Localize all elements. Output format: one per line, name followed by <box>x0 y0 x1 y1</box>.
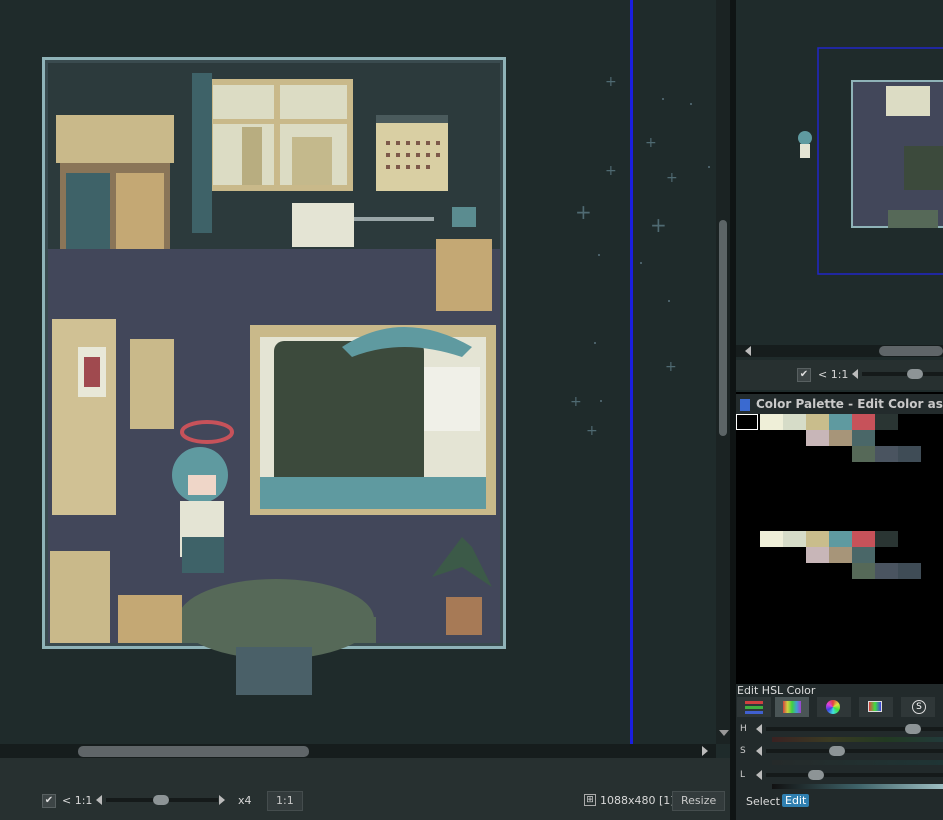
hue-label: H <box>740 724 747 734</box>
guide-line <box>630 0 633 744</box>
star-decoration: + <box>575 200 592 224</box>
star-decoration: + <box>586 423 598 439</box>
dot-decoration <box>690 103 692 105</box>
preview-zoom-fit-label: < 1:1 <box>818 368 849 381</box>
saturation-label: S <box>740 746 746 756</box>
lightness-label: L <box>740 770 746 780</box>
zoom-slider-knob[interactable] <box>153 795 169 805</box>
palette-swatch[interactable] <box>875 563 898 579</box>
hue-slider-knob[interactable] <box>905 724 921 734</box>
lightness-decrease-arrow-icon[interactable] <box>756 770 762 780</box>
palette-swatch[interactable] <box>829 414 852 430</box>
saturation-decrease-arrow-icon[interactable] <box>756 746 762 756</box>
palette-swatch[interactable] <box>806 547 829 563</box>
monitor-icon <box>868 701 882 712</box>
palette-swatch[interactable] <box>852 563 875 579</box>
image-size-icon: ⊞ <box>584 794 596 806</box>
palette-swatch[interactable] <box>760 531 783 547</box>
palette-swatch-area[interactable] <box>736 414 943 684</box>
dot-decoration <box>708 166 710 168</box>
zoom-increase-arrow-icon[interactable] <box>219 795 225 805</box>
palette-swatch[interactable] <box>760 414 783 430</box>
color-palette-title-bar: Color Palette - Edit Color as HSL <box>736 394 943 414</box>
dot-decoration <box>640 262 642 264</box>
palette-swatch[interactable] <box>806 430 829 446</box>
palette-swatch-selected[interactable] <box>736 414 758 430</box>
palette-swatch[interactable] <box>852 414 875 430</box>
zoom-decrease-arrow-icon[interactable] <box>96 795 102 805</box>
resize-button[interactable]: Resize <box>672 791 726 811</box>
star-decoration: + <box>666 170 678 186</box>
tab-color-wheel[interactable] <box>817 697 851 717</box>
saturation-gradient-bar <box>772 760 943 765</box>
preview-zoom-slider-knob[interactable] <box>907 369 923 379</box>
preview-scroll-left-arrow-icon[interactable] <box>745 346 751 356</box>
palette-swatch[interactable] <box>875 414 898 430</box>
dot-decoration <box>668 300 670 302</box>
preview-zoom-decrease-arrow-icon[interactable] <box>852 369 858 379</box>
zoom-fit-label: < 1:1 <box>62 794 93 807</box>
palette-swatch[interactable] <box>875 531 898 547</box>
hue-gradient-bar <box>772 737 943 742</box>
canvas-status-bar <box>0 758 730 820</box>
preview-canvas[interactable] <box>736 0 943 390</box>
edit-mode-tab[interactable]: Edit <box>782 794 810 807</box>
canvas-vertical-scroll-thumb[interactable] <box>719 220 727 436</box>
select-mode-tab[interactable]: Select <box>746 795 780 808</box>
star-decoration: + <box>645 135 657 151</box>
palette-swatch[interactable] <box>806 414 829 430</box>
script-icon: S <box>912 700 926 714</box>
lightness-slider-knob[interactable] <box>808 770 824 780</box>
zoom-factor-label: x4 <box>238 794 252 807</box>
palette-swatch[interactable] <box>783 531 806 547</box>
lightness-slider-track[interactable] <box>766 773 943 777</box>
dot-decoration <box>600 400 602 402</box>
dot-decoration <box>594 342 596 344</box>
tab-script[interactable]: S <box>901 697 935 717</box>
palette-swatch[interactable] <box>829 531 852 547</box>
palette-swatch[interactable] <box>852 430 875 446</box>
hue-decrease-arrow-icon[interactable] <box>756 724 762 734</box>
star-decoration: + <box>570 394 582 410</box>
color-wheel-icon <box>826 700 840 714</box>
star-decoration: + <box>605 74 617 90</box>
hsl-panel-title: Edit HSL Color <box>737 684 816 697</box>
tab-rgb-sliders[interactable] <box>737 697 771 717</box>
palette-swatch[interactable] <box>898 446 921 462</box>
scroll-right-arrow-icon[interactable] <box>702 746 708 756</box>
lightness-gradient-bar <box>772 784 943 789</box>
star-decoration: + <box>605 163 617 179</box>
image-size-label: 1088x480 [1] <box>600 794 675 807</box>
palette-swatch[interactable] <box>829 547 852 563</box>
palette-swatch[interactable] <box>783 414 806 430</box>
palette-swatch[interactable] <box>852 531 875 547</box>
palette-swatch[interactable] <box>829 430 852 446</box>
preview-zoom-fit-checkbox[interactable]: ✔ <box>797 368 811 382</box>
scroll-down-arrow-icon[interactable] <box>719 730 729 736</box>
hsl-gradient-icon <box>783 701 801 713</box>
actual-size-button[interactable]: 1:1 <box>267 791 303 811</box>
pixel-art-room[interactable] <box>42 57 508 697</box>
palette-swatch[interactable] <box>875 446 898 462</box>
color-palette-title: Color Palette - Edit Color as HSL <box>756 397 943 411</box>
preview-zoom-slider-track[interactable] <box>862 372 943 376</box>
star-decoration: + <box>665 359 677 375</box>
tab-screen-picker[interactable] <box>859 697 893 717</box>
canvas-area[interactable]: + + + + + + + + + <box>0 0 716 744</box>
palette-swatch[interactable] <box>852 547 875 563</box>
dot-decoration <box>598 254 600 256</box>
star-decoration: + <box>650 213 667 237</box>
palette-swatch[interactable] <box>806 531 829 547</box>
saturation-slider-knob[interactable] <box>829 746 845 756</box>
palette-swatch[interactable] <box>898 563 921 579</box>
dot-decoration <box>662 98 664 100</box>
palette-swatch[interactable] <box>852 446 875 462</box>
pin-icon[interactable] <box>740 398 750 411</box>
tab-hsl-sliders[interactable] <box>775 697 809 717</box>
zoom-fit-checkbox[interactable]: ✔ <box>42 794 56 808</box>
saturation-slider-track[interactable] <box>766 749 943 753</box>
canvas-horizontal-scroll-thumb[interactable] <box>78 746 309 757</box>
